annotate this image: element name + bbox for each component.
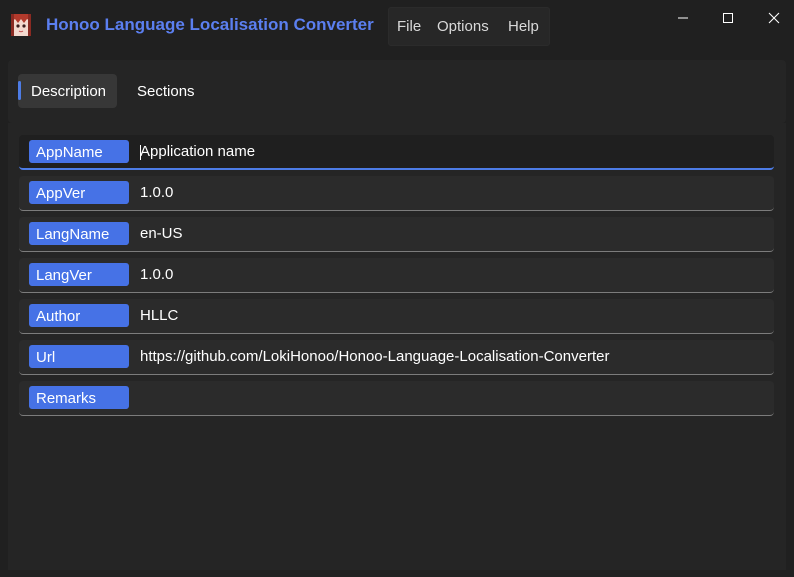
field-label: LangName	[29, 222, 129, 245]
field-label: Remarks	[29, 386, 129, 409]
appname-input[interactable]	[140, 136, 765, 167]
maximize-button[interactable]	[705, 5, 751, 31]
langname-input[interactable]	[140, 218, 765, 249]
menu-bar: File Options Help	[388, 7, 550, 46]
title-bar: Honoo Language Localisation Converter Fi…	[0, 0, 794, 52]
anime-character-icon	[11, 14, 31, 36]
tab-description[interactable]: Description	[18, 74, 117, 108]
tab-sections[interactable]: Sections	[124, 74, 202, 108]
menu-options[interactable]: Options	[437, 18, 489, 35]
tab-label: Sections	[137, 83, 195, 100]
close-icon	[768, 12, 780, 24]
langver-input[interactable]	[140, 259, 765, 290]
author-input[interactable]	[140, 300, 765, 331]
field-label: AppVer	[29, 181, 129, 204]
app-title: Honoo Language Localisation Converter	[46, 15, 374, 34]
tab-bar: Description Sections	[8, 60, 786, 123]
minimize-button[interactable]	[660, 5, 706, 31]
field-row-appver[interactable]: AppVer	[19, 176, 774, 211]
description-panel: AppName AppVer LangName LangVer Author U…	[8, 123, 786, 570]
tab-selected-indicator	[18, 81, 21, 100]
field-label: AppName	[29, 140, 129, 163]
url-input[interactable]	[140, 341, 765, 372]
remarks-input[interactable]	[140, 382, 765, 413]
field-row-url[interactable]: Url	[19, 340, 774, 375]
field-row-langname[interactable]: LangName	[19, 217, 774, 252]
maximize-icon	[723, 13, 733, 23]
field-row-langver[interactable]: LangVer	[19, 258, 774, 293]
field-label: LangVer	[29, 263, 129, 286]
menu-help[interactable]: Help	[508, 18, 539, 35]
field-row-remarks[interactable]: Remarks	[19, 381, 774, 416]
field-row-author[interactable]: Author	[19, 299, 774, 334]
text-cursor	[140, 145, 141, 160]
appver-input[interactable]	[140, 177, 765, 208]
close-button[interactable]	[751, 5, 794, 31]
field-row-appname[interactable]: AppName	[19, 135, 774, 170]
tab-label: Description	[31, 83, 107, 100]
minimize-icon	[678, 17, 688, 19]
field-label: Url	[29, 345, 129, 368]
field-label: Author	[29, 304, 129, 327]
menu-file[interactable]: File	[397, 18, 421, 35]
